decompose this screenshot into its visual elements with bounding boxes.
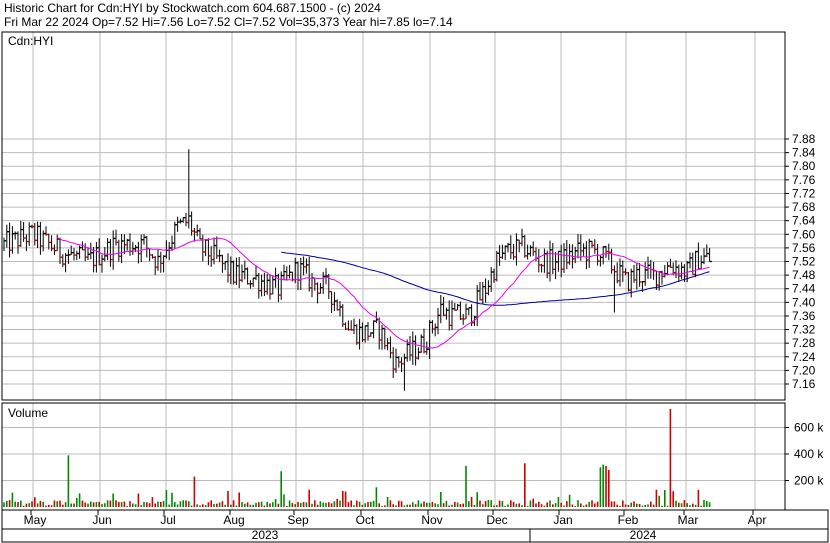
month-label: Aug (223, 513, 244, 527)
price-panel-border (1, 31, 786, 401)
price-tick-label: 7.24 (792, 350, 816, 364)
month-label: Apr (748, 513, 767, 527)
price-tick-label: 7.16 (792, 377, 816, 391)
price-tick-label: 7.36 (792, 309, 816, 323)
price-tick-label: 7.20 (792, 363, 816, 377)
month-label: Feb (618, 513, 639, 527)
volume-tick-label: 400 k (794, 447, 824, 461)
price-bars (3, 149, 712, 391)
price-tick-label: 7.32 (792, 323, 816, 337)
price-tick-label: 7.68 (792, 200, 816, 214)
price-tick-label: 7.40 (792, 295, 816, 309)
volume-tick-label: 600 k (794, 421, 824, 435)
month-label: Jul (160, 513, 175, 527)
price-tick-label: 7.64 (792, 214, 816, 228)
year-label: 2024 (630, 528, 657, 542)
month-label: Nov (421, 513, 442, 527)
month-label: Jun (92, 513, 111, 527)
month-label: Dec (486, 513, 507, 527)
volume-tick-label: 200 k (794, 474, 824, 488)
price-tick-label: 7.52 (792, 255, 816, 269)
price-tick-label: 7.44 (792, 282, 816, 296)
price-tick-label: 7.48 (792, 268, 816, 282)
price-grid (2, 32, 785, 400)
price-tick-label: 7.88 (792, 132, 816, 146)
month-label: Oct (356, 513, 375, 527)
volume-axis: 200 k 400 k 600 k (785, 421, 824, 488)
year-axis: 2023 2024 (252, 528, 657, 542)
price-tick-label: 7.56 (792, 241, 816, 255)
price-tick-label: 7.72 (792, 186, 816, 200)
month-axis: May Jun Jul Aug Sep Oct Nov Dec Jan Feb Mar Apr (24, 510, 767, 527)
price-tick-label: 7.28 (792, 336, 816, 350)
price-axis: 7.167.207.247.287.327.367.407.447.487.52… (785, 132, 816, 391)
price-tick-label: 7.80 (792, 159, 816, 173)
month-label: May (24, 513, 47, 527)
volume-bars (3, 408, 711, 507)
month-label: Jan (553, 513, 572, 527)
symbol-label: Cdn:HYI (8, 34, 53, 48)
month-label: Sep (287, 513, 309, 527)
price-tick-label: 7.60 (792, 227, 816, 241)
price-tick-label: 7.76 (792, 173, 816, 187)
volume-label: Volume (8, 406, 48, 420)
price-tick-label: 7.84 (792, 146, 816, 160)
year-axis-border (1, 528, 829, 543)
month-label: Mar (678, 513, 699, 527)
volume-grid (2, 403, 785, 510)
year-label: 2023 (252, 528, 279, 542)
stock-chart: 7.167.207.247.287.327.367.407.447.487.52… (1, 31, 829, 543)
volume-panel-border (1, 402, 786, 511)
month-axis-border (1, 509, 829, 530)
